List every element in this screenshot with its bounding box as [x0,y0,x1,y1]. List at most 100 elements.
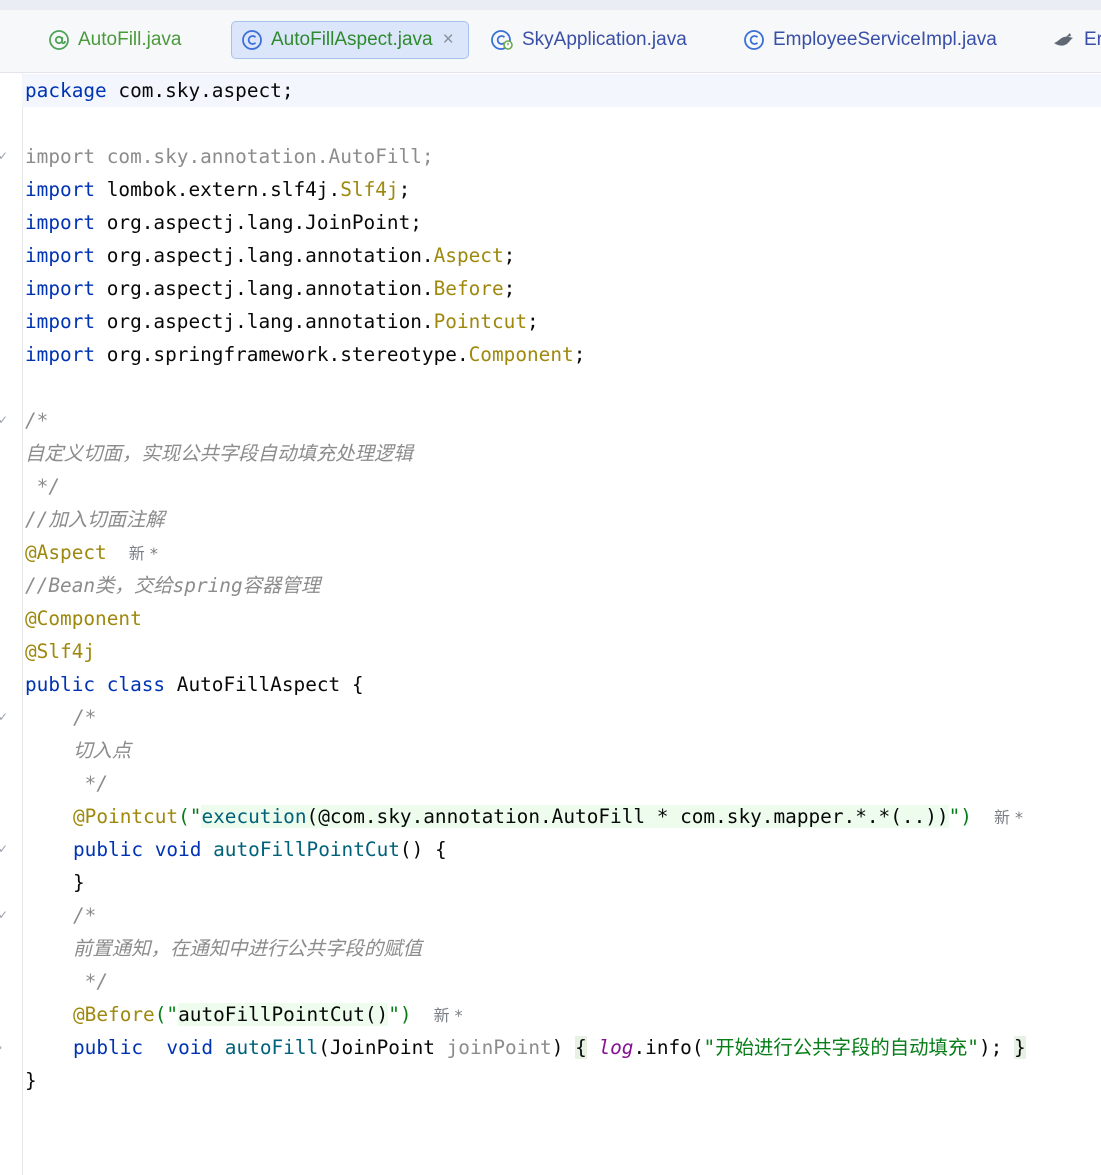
comment-line: /* [73,706,97,729]
code-text: org.aspectj.lang.JoinPoint; [95,211,422,234]
comment-line: /* [25,409,49,432]
tab-autofillaspect-java[interactable]: AutoFillAspect.java × [231,21,469,59]
code-line: public void autoFill(JoinPoint joinPoint… [25,1031,1101,1064]
author-inlay-hint[interactable]: 新 * [129,544,158,563]
tab-label: Er [1084,29,1101,50]
annotation: @Aspect [25,541,107,564]
keyword: import [25,145,96,168]
keyword: import [25,310,96,333]
comment-line: //加入切面注解 [25,508,165,531]
code-line: @Before("autoFillPointCut()") 新 * [25,998,1101,1031]
code-line: public void autoFillPointCut() { [25,833,1101,866]
static-field: log [598,1036,634,1059]
keyword: import [25,244,96,267]
annotation-icon [48,29,70,51]
code-line: import org.aspectj.lang.annotation.Befor… [25,272,1101,305]
comment-line: */ [73,772,109,795]
code-text: lombok.extern.slf4j. [95,178,341,201]
comment-line: 自定义切面，实现公共字段自动填充处理逻辑 [25,442,413,465]
tab-label: AutoFill.java [78,29,182,50]
code-text: .info( [633,1036,704,1059]
class-icon [241,29,263,51]
code-editor[interactable]: package com.sky.aspect; import com.sky.a… [22,74,1101,1097]
annotation-type: Before [433,277,504,300]
comment-line: /* [73,904,97,927]
tab-skyapplication-java[interactable]: SkyApplication.java [490,21,687,59]
folded-brace[interactable]: } [1014,1036,1026,1059]
annotation-type: Pointcut [433,310,528,333]
pointcut-expression: (@com.sky.annotation.AutoFill * com.sky.… [306,805,949,828]
code-text: ); [978,1036,1003,1059]
code-text: com.sky.annotation.AutoFill; [95,145,434,168]
code-text: ; [503,277,516,300]
fold-icon[interactable]: ✓ [0,414,10,426]
close-tab-icon[interactable]: × [443,29,454,51]
tab-overflow[interactable]: Er [1052,21,1101,59]
string: (" [178,805,202,828]
keyword: public [73,838,144,861]
code-text: ; [527,310,539,333]
folded-brace[interactable]: { [575,1036,587,1059]
code-text: () { [399,838,447,861]
author-inlay-hint[interactable]: 新 * [994,808,1023,827]
code-line: @Pointcut("execution(@com.sky.annotation… [25,800,1101,833]
code-text: (JoinPoint [318,1036,447,1059]
string: ") [388,1003,412,1026]
code-line: package com.sky.aspect; [22,74,1101,107]
code-line: } [73,871,85,894]
annotation-type: Aspect [433,244,504,267]
keyword: import [25,178,96,201]
tab-label: SkyApplication.java [522,29,687,50]
author-inlay-hint[interactable]: 新 * [434,1006,463,1025]
fold-icon[interactable]: ✓ [0,843,10,855]
pointcut-designator: execution [201,805,307,828]
comment-line: 切入点 [73,739,132,762]
code-line: import org.aspectj.lang.annotation.Aspec… [25,239,1101,272]
code-line: import org.springframework.stereotype.Co… [25,338,1101,371]
annotation: @Pointcut [73,805,179,828]
code-text: ) [551,1036,564,1059]
fold-icon[interactable]: ✓ [0,909,10,921]
method-name: autoFill [224,1036,319,1059]
annotation: @Slf4j [25,640,96,663]
pointcut-reference: autoFillPointCut() [178,1003,389,1026]
annotation: @Before [73,1003,155,1026]
tab-autofill-java[interactable]: AutoFill.java [48,21,182,59]
editor-gutter: ✓ ✓ ✓ ✓ ✓ › [0,73,23,1175]
window-top-strip [0,0,1101,10]
fold-icon[interactable]: ✓ [0,150,10,162]
annotation-type: Slf4j [340,178,399,201]
code-text: ; [573,343,586,366]
fold-icon[interactable]: ✓ [0,711,10,723]
expand-fold-icon[interactable]: › [0,1041,10,1053]
string: (" [154,1003,179,1026]
comment-line: 前置通知，在通知中进行公共字段的赋值 [73,937,423,960]
class-name: AutoFillAspect { [165,673,364,696]
annotation-type: Component [468,343,574,366]
string: "开始进行公共字段的自动填充" [703,1036,979,1059]
code-line: @Aspect 新 * [25,536,1101,569]
annotation: @Component [25,607,142,630]
comment-line: */ [73,970,109,993]
keyword: class [106,673,166,696]
code-text: org.aspectj.lang.annotation. [95,277,434,300]
code-line: public class AutoFillAspect { [25,668,1101,701]
keyword: import [25,211,96,234]
spring-boot-class-icon [490,28,514,52]
code-line-unused-import: import com.sky.annotation.AutoFill; [25,140,1101,173]
bird-icon [1052,29,1076,51]
code-line: import org.aspectj.lang.annotation.Point… [25,305,1101,338]
code-text: org.springframework.stereotype. [95,343,469,366]
tab-employeeserviceimpl-java[interactable]: EmployeeServiceImpl.java [743,21,997,59]
code-text: com.sky.aspect; [106,79,294,102]
code-text: ; [503,244,516,267]
comment-line: */ [25,475,61,498]
tab-label: EmployeeServiceImpl.java [773,29,997,50]
method-name: autoFillPointCut [213,838,400,861]
comment-line: //Bean类，交给spring容器管理 [25,574,321,597]
keyword: public [25,673,96,696]
code-text: org.aspectj.lang.annotation. [95,244,434,267]
unused-parameter: joinPoint [446,1036,552,1059]
